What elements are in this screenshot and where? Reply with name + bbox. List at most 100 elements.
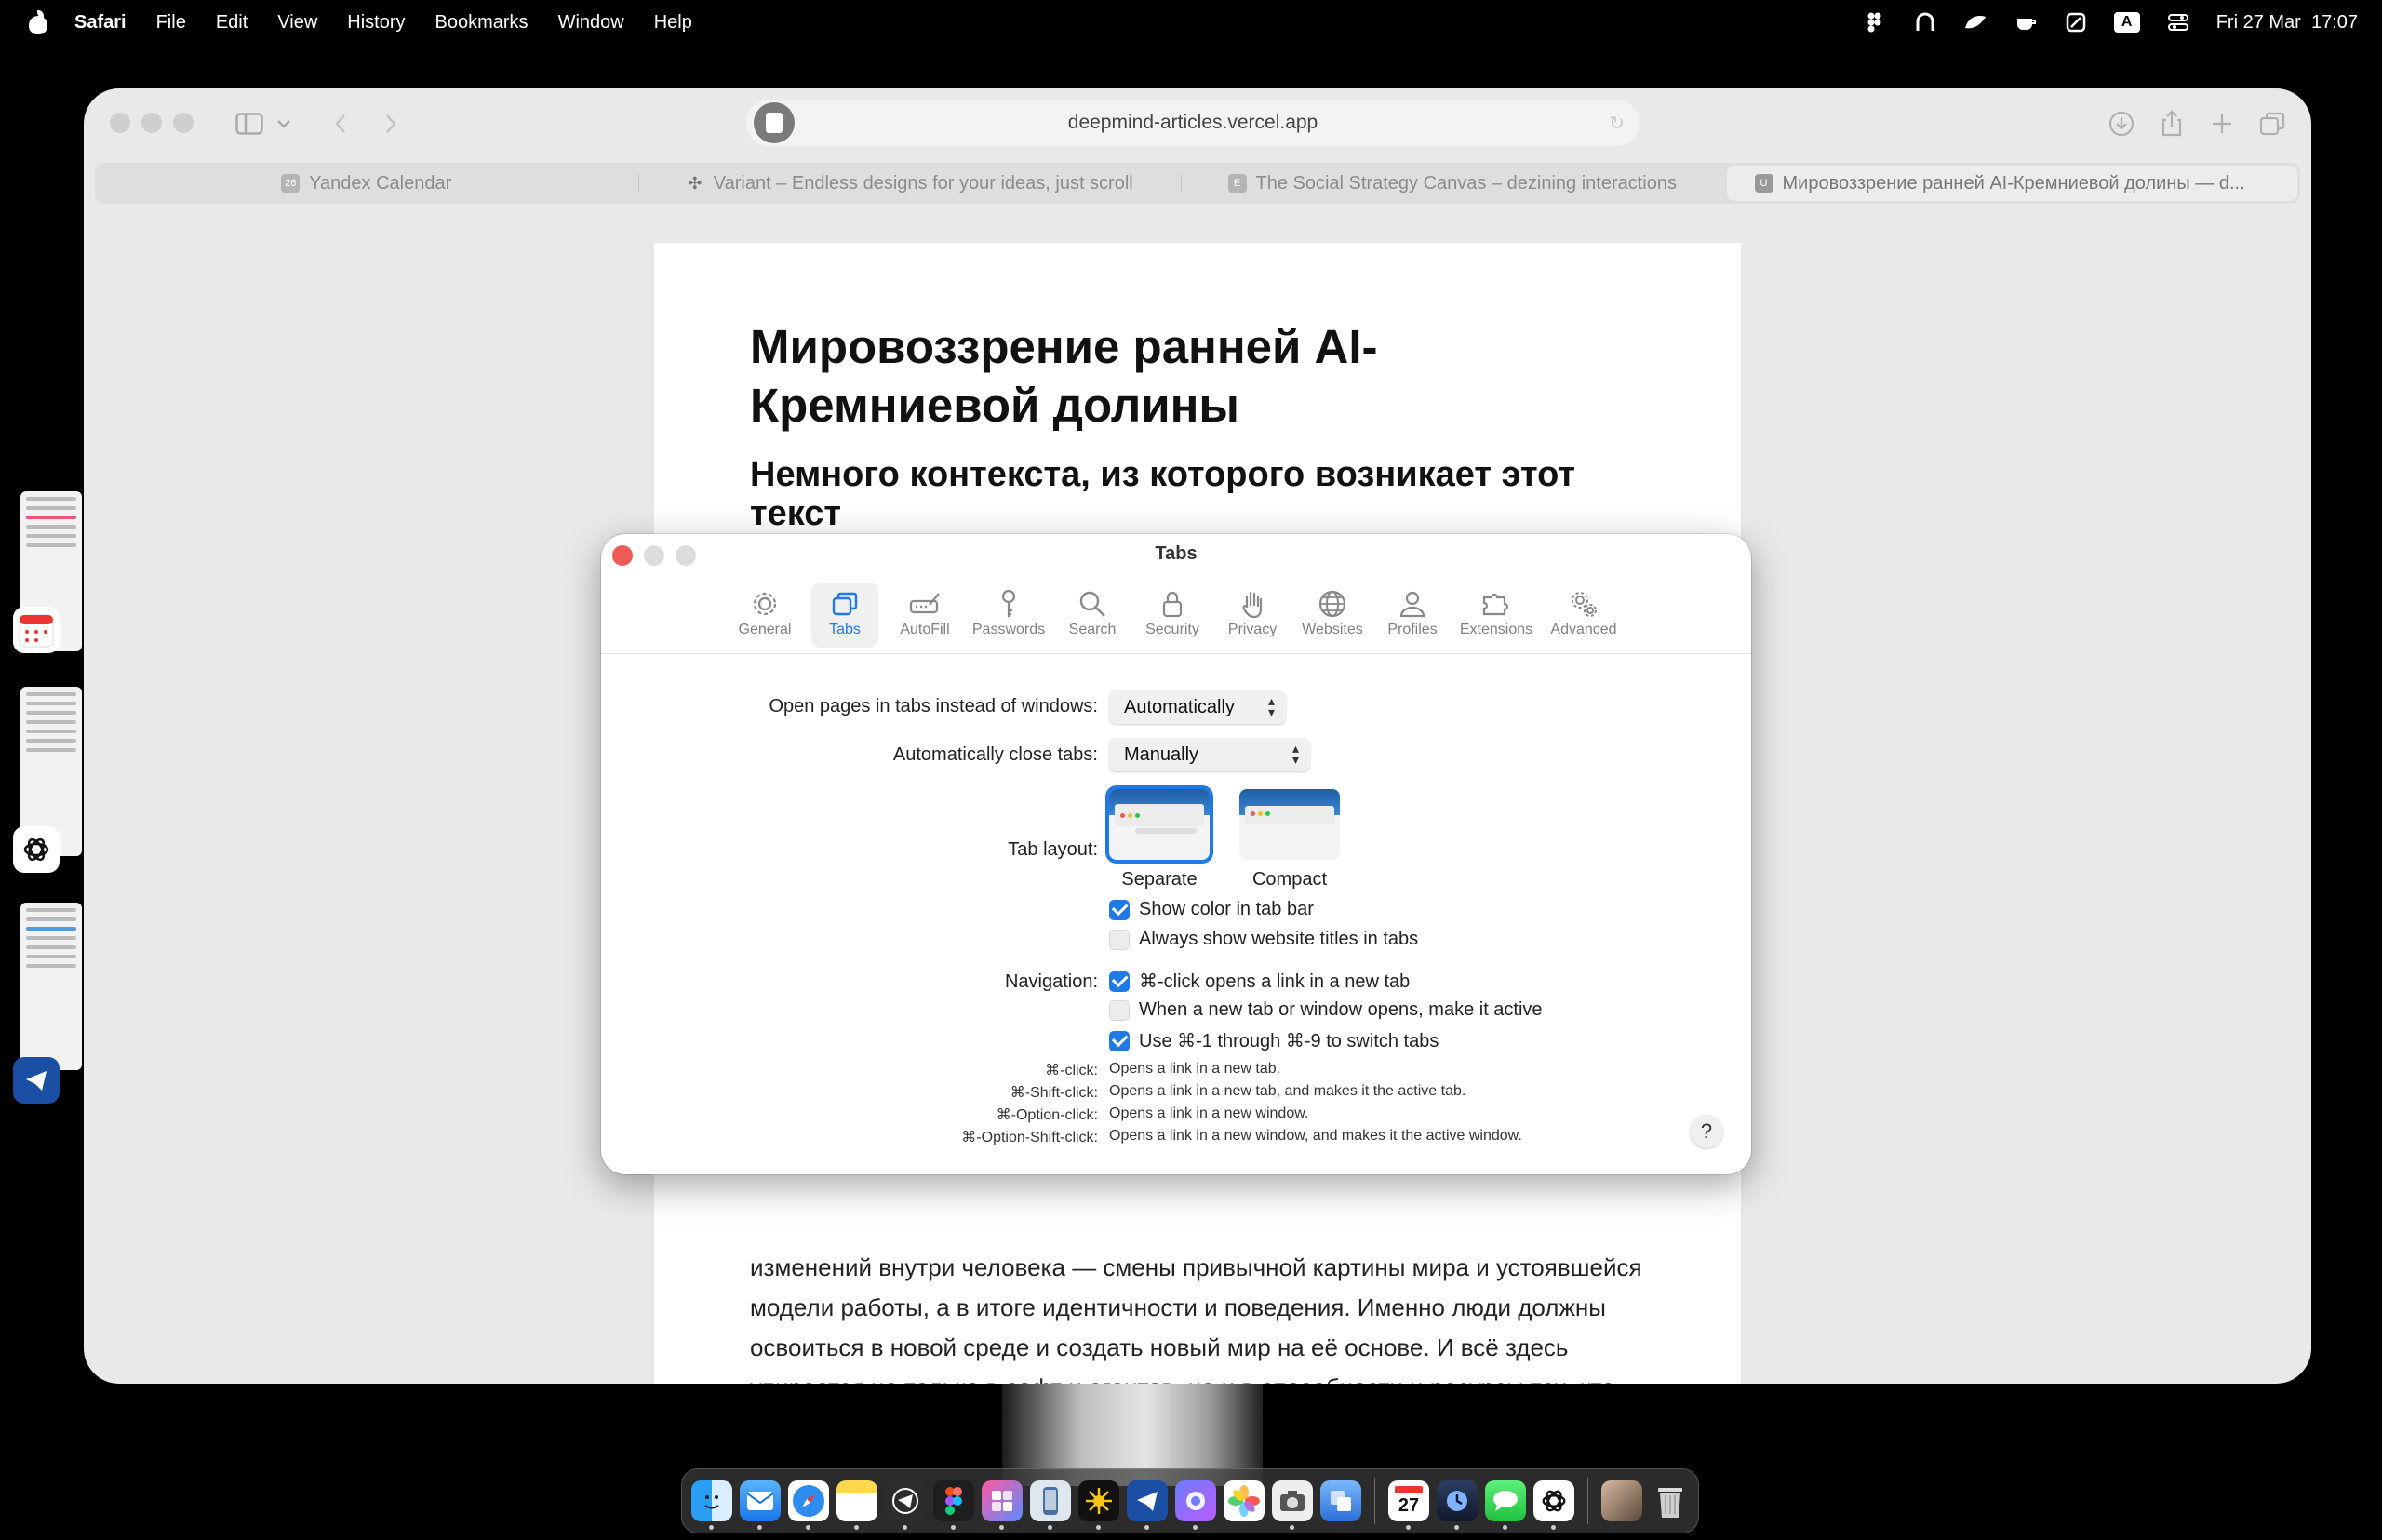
puzzle-icon [1482,593,1509,616]
help-button[interactable]: ? [1690,1115,1723,1148]
mail-dock-icon[interactable] [740,1480,781,1530]
screen-time-dock-icon[interactable] [1437,1480,1478,1530]
running-indicator [757,1525,762,1530]
tab-overview-button[interactable] [2252,103,2293,144]
figma-dock-icon[interactable] [933,1480,974,1530]
input-source-icon[interactable]: A [2113,12,2140,33]
arc-dock-icon[interactable] [1175,1480,1216,1530]
pref-general[interactable]: General [731,583,798,648]
screenshot-dock-icon[interactable] [1272,1480,1313,1530]
open-pages-popup[interactable]: Automatically ▴ ▾ [1109,690,1286,724]
browser-tab[interactable]: ✣ Variant – Endless designs for your ide… [637,163,1182,204]
toolbar-divider [601,653,1751,654]
menu-edit[interactable]: Edit [216,12,248,33]
screen-sharing-dock-icon[interactable] [1320,1480,1361,1521]
browser-tab[interactable]: E The Social Strategy Canvas – dezining … [1181,163,1724,204]
checkbox-checked[interactable] [1109,1030,1130,1051]
pref-advanced[interactable]: Advanced [1546,583,1621,648]
dock-separator [1374,1478,1375,1524]
perplexity-dock-icon[interactable] [1078,1480,1119,1530]
pref-autofill[interactable]: AutoFill [891,583,958,648]
pref-extensions[interactable]: Extensions [1459,583,1533,648]
calendar-dock-icon[interactable]: 27 [1388,1480,1429,1530]
menu-window[interactable]: Window [558,12,624,33]
pref-profiles[interactable]: Profiles [1379,583,1446,648]
pref-privacy[interactable]: Privacy [1219,583,1286,648]
window-zoom-button[interactable] [173,113,194,133]
checkbox-label: Always show website titles in tabs [1139,929,1419,949]
messages-dock-icon[interactable] [1485,1480,1526,1530]
calendar-app-icon[interactable] [13,607,60,653]
simulator-dock-icon[interactable] [1030,1480,1071,1530]
lock-icon [1162,591,1183,618]
apple-menu-icon[interactable] [28,10,48,34]
cup-status-icon[interactable] [2014,12,2038,33]
window-close-button[interactable] [110,113,130,133]
arch-status-icon[interactable] [1913,12,1937,33]
checkbox-unchecked[interactable] [1109,999,1130,1021]
switch-tabs-checkbox[interactable]: Use ⌘-1 through ⌘-9 to switch tabs [1109,1029,1439,1052]
checkbox-checked[interactable] [1109,971,1130,992]
pref-security[interactable]: Security [1139,583,1206,648]
pref-tabs[interactable]: Tabs [811,583,878,648]
article-subtitle: Немного контекста, из которого возникает… [750,455,1576,533]
reader-view-icon[interactable] [754,102,795,143]
pref-websites[interactable]: Websites [1299,583,1366,648]
checkbox-label: Use ⌘-1 through ⌘-9 to switch tabs [1139,1031,1439,1051]
control-center-icon[interactable] [2166,12,2190,33]
trash-icon[interactable] [1650,1480,1691,1521]
stage-window-telegram[interactable] [20,903,82,1070]
leaf-status-icon[interactable] [1963,12,1987,33]
downloads-stack-icon[interactable] [1601,1480,1642,1521]
reload-icon[interactable]: ↻ [1609,112,1625,135]
always-show-titles-checkbox[interactable]: Always show website titles in tabs [1109,929,1418,950]
notes-dock-icon[interactable] [836,1480,877,1530]
make-active-checkbox[interactable]: When a new tab or window opens, make it … [1109,999,1543,1021]
checkbox-unchecked[interactable] [1109,929,1130,950]
chatgpt-app-icon[interactable] [13,826,60,873]
photos-dock-icon[interactable] [1224,1480,1265,1521]
menu-history[interactable]: History [347,12,405,33]
calendar-favicon: 26 [281,174,301,193]
telegram-app-icon[interactable] [13,1057,60,1104]
finder-dock-icon[interactable] [691,1480,732,1530]
new-tab-button[interactable] [2201,103,2242,144]
menu-clock[interactable]: Fri 27 Mar 17:07 [2216,12,2358,33]
browser-tab-active[interactable]: U Мировоззрение ранней AI-Кремниевой дол… [1726,166,2297,201]
layout-separate-preview [1109,789,1210,860]
pref-passwords[interactable]: Passwords [971,583,1046,648]
telegram-dock-icon[interactable] [885,1480,926,1530]
menu-file[interactable]: File [156,12,186,33]
layout-compact-option[interactable]: Compact [1239,789,1340,891]
craft-dock-icon[interactable] [982,1480,1023,1530]
telegram-lite-dock-icon[interactable] [1127,1480,1168,1530]
url-text[interactable]: deepmind-articles.vercel.app [1068,112,1318,134]
sidebar-toggle-button[interactable] [221,103,305,144]
layout-separate-option[interactable]: Separate [1109,789,1210,891]
menu-bookmarks[interactable]: Bookmarks [435,12,529,33]
chevron-right-icon [386,114,396,133]
share-button[interactable] [2151,103,2192,144]
menu-safari[interactable]: Safari [74,12,127,33]
safari-dock-icon[interactable] [788,1480,829,1530]
address-bar[interactable]: deepmind-articles.vercel.app ↻ [746,100,1639,146]
cmd-click-checkbox[interactable]: ⌘-click opens a link in a new tab [1109,970,1410,993]
menu-view[interactable]: View [277,12,317,33]
pref-label: Security [1145,622,1199,637]
window-minimize-button[interactable] [141,113,162,133]
menu-help[interactable]: Help [654,12,692,33]
safari-settings-window: Tabs General Tabs AutoFill Passwords Sea… [601,534,1751,1174]
back-button[interactable] [316,103,365,144]
forward-button[interactable] [367,103,415,144]
browser-tab[interactable]: 26 Yandex Calendar [95,163,638,204]
close-tabs-popup[interactable]: Manually ▴ ▾ [1109,738,1310,771]
show-color-checkbox[interactable]: Show color in tab bar [1109,899,1314,920]
pref-label: Extensions [1459,622,1533,637]
downloads-button[interactable] [2101,103,2142,144]
screenshot-status-icon[interactable] [2064,12,2088,33]
figma-status-icon[interactable] [1863,12,1887,33]
chevron-updown-icon: ▴ ▾ [1267,693,1275,719]
chatgpt-dock-icon[interactable] [1533,1480,1574,1530]
checkbox-checked[interactable] [1109,899,1130,920]
pref-search[interactable]: Search [1059,583,1126,648]
